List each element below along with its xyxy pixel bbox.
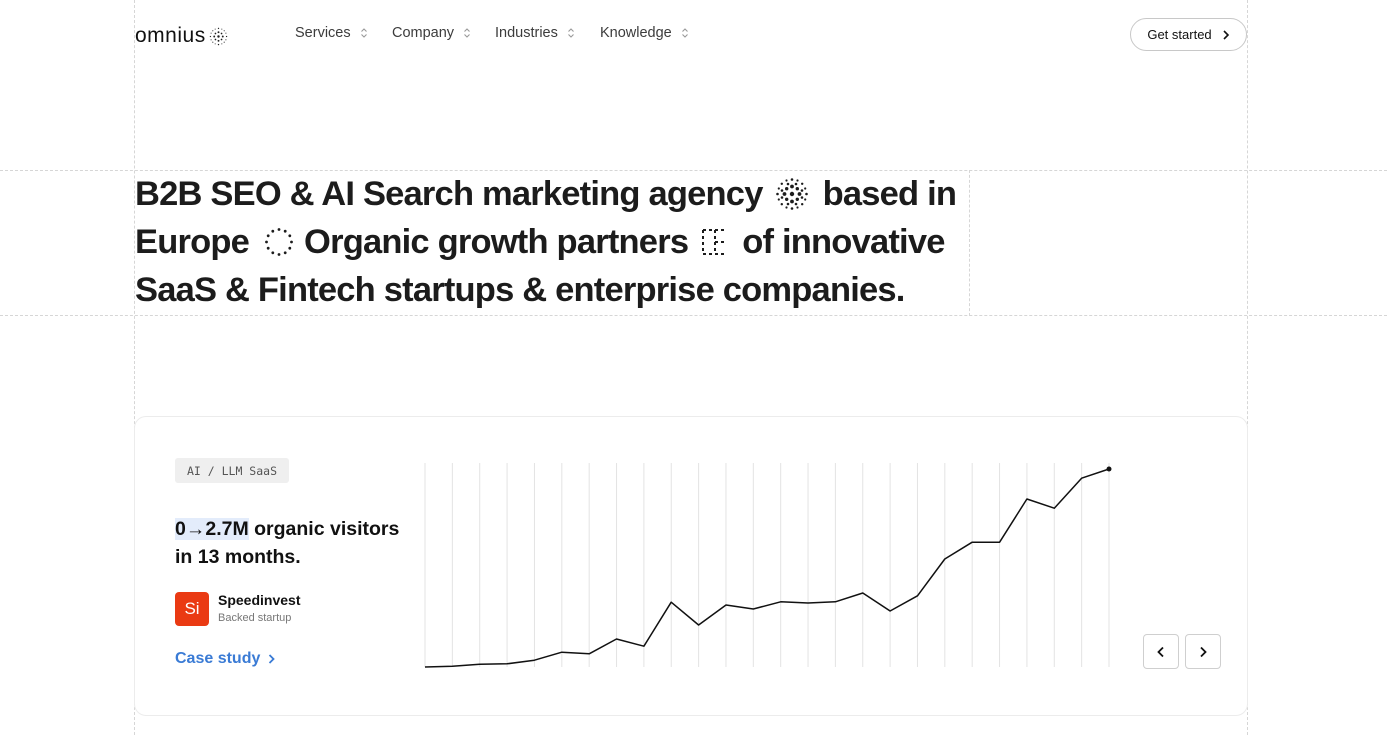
- company-logo: Si: [175, 591, 209, 626]
- hero-heading: B2B SEO & AI Search marketing agency bas…: [135, 170, 969, 314]
- hero-line-1: B2B SEO & AI Search marketing agency bas…: [135, 170, 969, 218]
- logo[interactable]: omnius: [135, 24, 228, 48]
- hero-text-1b: based in: [822, 175, 957, 213]
- hero-text-2c: of innovative: [742, 223, 945, 261]
- hero-text-2b: Organic growth partners: [304, 223, 689, 261]
- company-info: Si Speedinvest Backed startup: [175, 591, 300, 626]
- guide-line-hero-bottom: [0, 315, 1387, 316]
- case-study-link-label: Case study: [175, 650, 261, 667]
- company-name: Speedinvest: [218, 592, 301, 608]
- category-tag: AI / LLM SaaS: [175, 458, 290, 483]
- nav-company[interactable]: Company: [392, 25, 495, 41]
- nav-services-label: Services: [295, 25, 351, 41]
- chart-end-point: [1106, 466, 1112, 472]
- nav-company-label: Company: [392, 25, 455, 41]
- chevron-up-down-icon: [681, 28, 688, 38]
- previous-button[interactable]: [1143, 634, 1179, 669]
- next-button[interactable]: [1185, 634, 1221, 669]
- chevron-up-down-icon: [464, 28, 470, 38]
- chevron-right-icon: [269, 654, 276, 664]
- dotted-circle-icon: [265, 228, 293, 256]
- dotted-grid-icon: [702, 229, 728, 255]
- case-study-link[interactable]: Case study: [175, 650, 276, 668]
- chevron-right-icon: [1200, 646, 1207, 657]
- chevron-up-down-icon: [360, 28, 367, 38]
- site-header: omnius Services Company Industries Knowl…: [135, 0, 1247, 70]
- company-subtitle: Backed startup: [218, 612, 292, 624]
- get-started-label: Get started: [1147, 27, 1212, 42]
- hero-text-2a: Europe: [135, 223, 250, 261]
- case-study-card: AI / LLM SaaS 0→2.7M organic visitors in…: [134, 416, 1248, 716]
- nav-services[interactable]: Services: [295, 25, 392, 41]
- nav-industries-label: Industries: [495, 25, 558, 41]
- company-text: Speedinvest Backed startup: [218, 591, 300, 626]
- guide-line-hero-end: [969, 170, 970, 316]
- nav-knowledge-label: Knowledge: [600, 25, 672, 41]
- hero-text-1a: B2B SEO & AI Search marketing agency: [135, 175, 763, 213]
- nav-knowledge[interactable]: Knowledge: [600, 25, 690, 41]
- chart-series-line: [424, 468, 1110, 668]
- growth-line-chart: [424, 463, 1112, 668]
- dotted-sphere-icon: [775, 178, 808, 210]
- headline-highlight: 0→2.7M: [175, 518, 249, 540]
- nav-industries[interactable]: Industries: [495, 25, 600, 41]
- hero-line-2: Europe Organic growth partners of innova…: [135, 218, 969, 266]
- chevron-right-icon: [1223, 29, 1229, 40]
- logo-text: omnius: [135, 24, 206, 47]
- dotted-sphere-icon: [209, 27, 227, 45]
- hero-line-3: SaaS & Fintech startups & enterprise com…: [135, 266, 969, 314]
- get-started-button[interactable]: Get started: [1130, 18, 1247, 51]
- chevron-up-down-icon: [567, 28, 574, 38]
- chevron-left-icon: [1157, 646, 1164, 657]
- hero-text-3: SaaS & Fintech startups & enterprise com…: [135, 271, 905, 309]
- main-nav: Services Company Industries Knowledge: [295, 25, 690, 41]
- case-headline: 0→2.7M organic visitors in 13 months.: [175, 515, 405, 571]
